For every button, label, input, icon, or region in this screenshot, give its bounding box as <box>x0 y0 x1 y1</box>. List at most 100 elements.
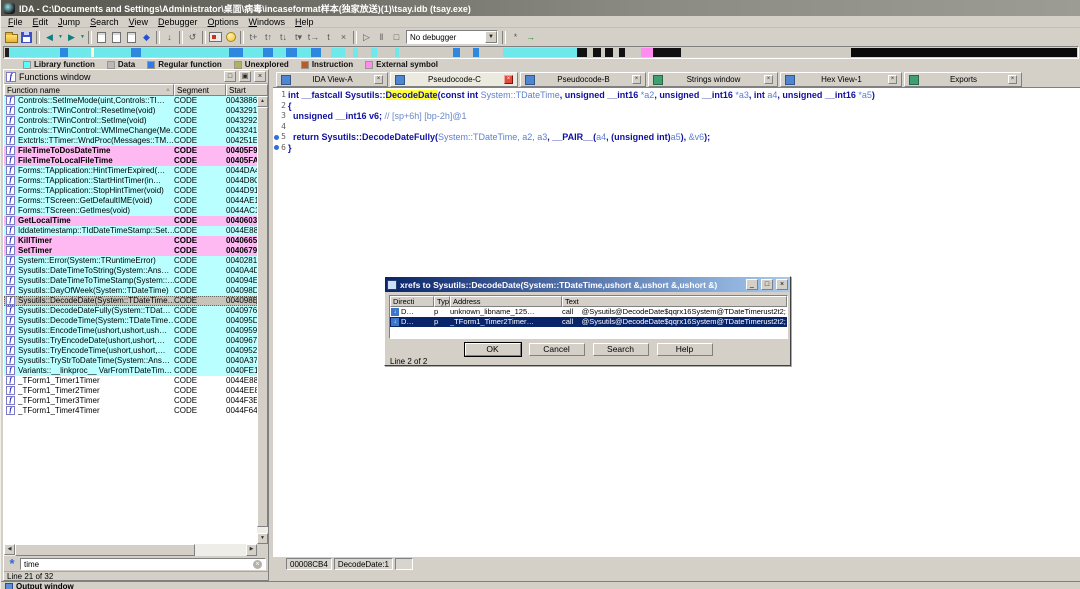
nav-back-dropdown-icon[interactable]: ▼ <box>57 30 64 45</box>
function-row[interactable]: f GetLocalTime CODE 00406038 <box>4 216 257 226</box>
scrollbar-thumb[interactable] <box>15 544 195 556</box>
scroll-left-icon[interactable]: ◀ <box>4 544 15 555</box>
snapshot-icon[interactable] <box>208 30 223 45</box>
code-line[interactable]: 6} <box>273 143 1080 154</box>
navigation-band[interactable] <box>3 46 1079 59</box>
functions-horizontal-scrollbar[interactable]: ◀ ▶ <box>4 544 257 556</box>
undo-icon[interactable]: ↺ <box>185 30 200 45</box>
clear-type-icon[interactable]: × <box>336 30 351 45</box>
functions-vertical-scrollbar[interactable]: ▲ ▼ <box>257 96 268 544</box>
paste-data-icon[interactable] <box>109 30 124 45</box>
edit-type-icon[interactable]: t→ <box>306 30 321 45</box>
function-row[interactable]: f Forms::TApplication::HintTimerExpired(… <box>4 166 257 176</box>
close-icon[interactable]: × <box>254 71 266 82</box>
menu-item[interactable]: Search <box>85 17 124 27</box>
menu-item[interactable]: Windows <box>244 17 291 27</box>
function-row[interactable]: f FileTimeToLocalFileTime CODE 00405FA0 <box>4 156 257 166</box>
set-type-icon[interactable]: t+ <box>246 30 261 45</box>
dialog-button[interactable]: Cancel <box>528 343 585 356</box>
xref-row[interactable]: ↓ D… p unknown_libname_125… call @Sysuti… <box>390 307 787 317</box>
function-row[interactable]: f Controls::TWinControl::SetIme(void) CO… <box>4 116 257 126</box>
column-header-type[interactable]: Typ <box>434 296 450 307</box>
tab-close-icon[interactable]: × <box>888 75 897 84</box>
function-row[interactable]: f SetTimer CODE 00406798 <box>4 246 257 256</box>
xrefs-dialog-titlebar[interactable]: xrefs to Sysutils::DecodeDate(System::TD… <box>385 277 790 292</box>
menu-item[interactable]: Help <box>290 17 319 27</box>
column-header-function-name[interactable]: Function name ▲ <box>4 84 174 96</box>
document-tab[interactable]: Pseudocode-C × <box>390 72 518 87</box>
add-type-icon[interactable]: t↑ <box>261 30 276 45</box>
code-line[interactable]: 4 <box>273 122 1080 133</box>
function-row[interactable]: f _TForm1_Timer2Timer CODE 0044EE84 <box>4 386 257 396</box>
nav-forward-icon[interactable]: ▶ <box>64 30 79 45</box>
code-line[interactable]: 2{ <box>273 101 1080 112</box>
nav-forward-dropdown-icon[interactable]: ▼ <box>79 30 86 45</box>
menu-item[interactable]: File <box>3 17 28 27</box>
document-tab[interactable]: Exports × <box>904 72 1022 87</box>
nav-back-icon[interactable]: ◀ <box>42 30 57 45</box>
function-row[interactable]: f FileTimeToDosDateTime CODE 00405F98 <box>4 146 257 156</box>
function-row[interactable]: f Sysutils::TryStrToDateTime(System::Ans… <box>4 356 257 366</box>
function-row[interactable]: f Sysutils::DateTimeToString(System::Ans… <box>4 266 257 276</box>
function-row[interactable]: f _TForm1_Timer3Timer CODE 0044F3EC <box>4 396 257 406</box>
function-row[interactable]: f Sysutils::DecodeDateFully(System::TDat… <box>4 306 257 316</box>
apply-type-icon[interactable]: t <box>321 30 336 45</box>
function-row[interactable]: f Forms::TScreen::GetImes(void) CODE 004… <box>4 206 257 216</box>
copy-data-icon[interactable] <box>94 30 109 45</box>
menu-item[interactable]: View <box>124 17 153 27</box>
dialog-button[interactable]: OK <box>464 343 521 356</box>
pause-process-icon[interactable]: ‖ <box>374 30 389 45</box>
dialog-button[interactable]: Search <box>592 343 649 356</box>
code-line[interactable]: 5 return Sysutils::DecodeDateFully(Syste… <box>273 132 1080 143</box>
tab-close-icon[interactable]: × <box>504 75 513 84</box>
column-header-direction[interactable]: Directi <box>390 296 434 307</box>
debugger-select[interactable]: No debugger ▼ <box>406 30 498 44</box>
column-header-segment[interactable]: Segment <box>174 84 226 96</box>
functions-window-titlebar[interactable]: f Functions window □ ▣ × <box>4 70 268 84</box>
tab-close-icon[interactable]: × <box>1008 75 1017 84</box>
filter-input[interactable] <box>20 558 266 570</box>
chevron-down-icon[interactable]: ▼ <box>485 31 497 43</box>
open-file-icon[interactable] <box>4 30 19 45</box>
del-type-icon[interactable]: t↓ <box>276 30 291 45</box>
function-row[interactable]: f Sysutils::DateTimeToTimeStamp(System::… <box>4 276 257 286</box>
type-menu-icon[interactable]: t▾ <box>291 30 306 45</box>
scroll-up-icon[interactable]: ▲ <box>257 96 268 107</box>
tab-close-icon[interactable]: × <box>764 75 773 84</box>
stop-process-icon[interactable]: □ <box>389 30 404 45</box>
navigation-band-colors[interactable] <box>5 48 1077 57</box>
paste-special-icon[interactable] <box>124 30 139 45</box>
close-icon[interactable]: × <box>776 279 788 290</box>
scroll-right-icon[interactable]: ▶ <box>246 544 257 556</box>
function-row[interactable]: f KillTimer CODE 00406658 <box>4 236 257 246</box>
function-row[interactable]: f Extctrls::TTimer::WndProc(Messages::TM… <box>4 136 257 146</box>
function-row[interactable]: f System::Error(System::TRuntimeError) C… <box>4 256 257 266</box>
function-row[interactable]: f Variants::__linkproc__ VarFromTDateTim… <box>4 366 257 376</box>
function-row[interactable]: f Controls::SetImeMode(uint,Controls::TI… <box>4 96 257 106</box>
menu-item[interactable]: Jump <box>53 17 85 27</box>
start-process-icon[interactable]: ▷ <box>359 30 374 45</box>
document-tab[interactable]: Pseudocode-B × <box>520 72 646 87</box>
function-row[interactable]: f Sysutils::TryEncodeTime(ushort,ushort,… <box>4 346 257 356</box>
function-row[interactable]: f _TForm1_Timer1Timer CODE 0044E88C <box>4 376 257 386</box>
jump-address-icon[interactable]: ◆ <box>139 30 154 45</box>
function-row[interactable]: f Forms::TApplication::StopHintTimer(voi… <box>4 186 257 196</box>
float-icon[interactable]: ▣ <box>239 71 251 82</box>
function-row[interactable]: f Controls::TWinControl::WMImeChange(Me…… <box>4 126 257 136</box>
output-window-titlebar[interactable]: Output window <box>1 581 1080 589</box>
scroll-down-icon[interactable]: ▼ <box>257 533 268 544</box>
xref-row[interactable]: ↓ D… p _TForm1_Timer2Timer… call @Sysuti… <box>390 317 787 327</box>
document-tab[interactable]: Strings window × <box>648 72 778 87</box>
tab-close-icon[interactable]: × <box>632 75 641 84</box>
scrollbar-thumb[interactable] <box>257 107 268 527</box>
function-row[interactable]: f Forms::TApplication::StartHintTimer(in… <box>4 176 257 186</box>
debugger-setup-icon[interactable]: * <box>508 30 523 45</box>
menu-item[interactable]: Options <box>202 17 243 27</box>
save-file-icon[interactable] <box>19 30 34 45</box>
minimize-icon[interactable]: _ <box>746 279 758 290</box>
code-line[interactable]: 1 int __fastcall Sysutils::DecodeDate(con… <box>273 90 1080 101</box>
document-tab[interactable]: IDA View-A × <box>276 72 388 87</box>
function-row[interactable]: f Sysutils::DecodeTime(System::TDateTime… <box>4 316 257 326</box>
title-bar[interactable]: IDA - C:\Documents and Settings\Administ… <box>1 0 1080 16</box>
maximize-icon[interactable]: □ <box>224 71 236 82</box>
